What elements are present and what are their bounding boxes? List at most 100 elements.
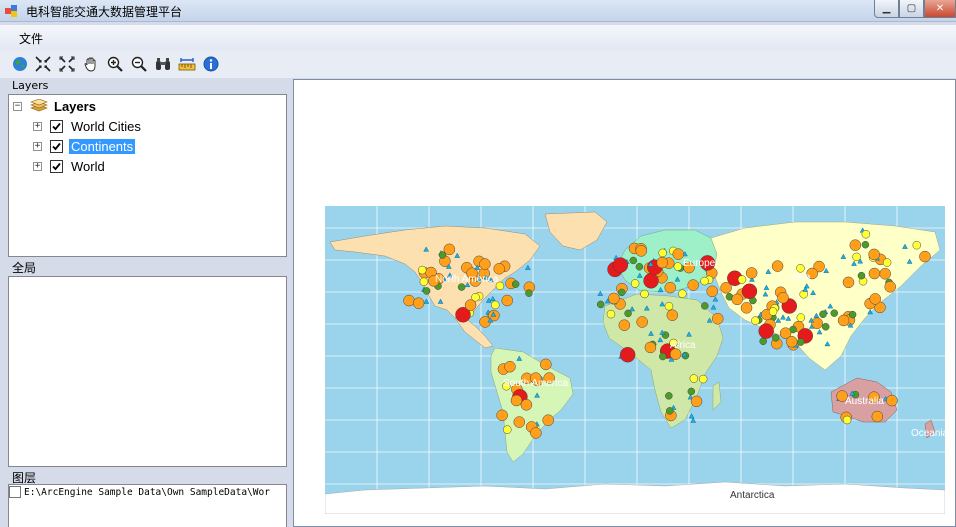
city-marker xyxy=(745,267,758,279)
layer-file-item[interactable]: E:\ArcEngine Sample Data\Own SampleData\… xyxy=(9,486,270,498)
toc-panel: − Layers + World Cities + Continents + W… xyxy=(8,94,287,257)
city-marker xyxy=(464,299,477,311)
layer-file-checkbox[interactable] xyxy=(9,486,21,498)
label-antarctica: Antarctica xyxy=(730,490,775,501)
zoom-out-fixed-icon xyxy=(59,56,75,72)
city-marker xyxy=(706,285,718,298)
city-marker xyxy=(666,407,674,415)
city-marker xyxy=(673,262,683,271)
maximize-button[interactable]: ▢ xyxy=(899,0,924,18)
overview-map-panel[interactable] xyxy=(8,276,287,467)
city-marker xyxy=(635,245,647,257)
city-marker xyxy=(606,309,616,319)
zoom-out-button[interactable] xyxy=(130,55,148,73)
full-extent-button[interactable] xyxy=(11,55,29,73)
overview-panel-label: 全局 xyxy=(12,261,37,275)
city-marker xyxy=(868,267,881,280)
toc-layer-row[interactable]: + World xyxy=(33,157,107,175)
city-marker xyxy=(758,323,774,339)
city-marker xyxy=(857,271,866,280)
zoom-in-icon xyxy=(107,56,123,72)
layer-label[interactable]: World xyxy=(69,159,107,174)
city-marker xyxy=(687,387,696,396)
city-marker xyxy=(530,427,542,439)
city-marker xyxy=(700,276,709,286)
city-marker xyxy=(737,275,747,284)
label-africa: Africa xyxy=(670,340,696,351)
zoom-in-button[interactable] xyxy=(106,55,124,73)
city-marker xyxy=(608,292,620,305)
city-marker xyxy=(479,258,491,270)
layer-visibility-checkbox[interactable] xyxy=(50,139,63,153)
city-marker xyxy=(596,300,605,309)
city-marker xyxy=(830,309,839,317)
layer-visibility-checkbox[interactable] xyxy=(50,159,63,173)
identify-button[interactable] xyxy=(202,55,220,73)
layer-visibility-checkbox[interactable] xyxy=(50,119,63,133)
zoom-out-icon xyxy=(131,56,147,72)
city-marker xyxy=(619,346,636,363)
city-marker xyxy=(689,374,699,383)
city-marker xyxy=(879,268,891,280)
close-button[interactable]: ✕ xyxy=(924,0,956,18)
expand-icon[interactable]: + xyxy=(33,121,42,131)
label-oceania: Oceania xyxy=(911,428,945,439)
minimize-button[interactable]: ▁ xyxy=(874,0,899,18)
measure-button[interactable] xyxy=(178,55,196,73)
city-marker xyxy=(417,265,427,275)
city-marker xyxy=(643,273,659,289)
city-marker xyxy=(690,395,703,408)
city-marker xyxy=(501,294,513,307)
pan-button[interactable] xyxy=(82,55,100,73)
city-marker xyxy=(868,248,880,261)
city-marker xyxy=(871,410,884,423)
layer-label-selected[interactable]: Continents xyxy=(69,138,136,154)
fixed-zoom-out-button[interactable] xyxy=(58,55,76,73)
minimize-icon: ▁ xyxy=(882,3,891,14)
toc-root-label: Layers xyxy=(54,98,96,114)
city-marker xyxy=(665,392,673,400)
toc-layer-row[interactable]: + Continents xyxy=(33,137,136,155)
city-marker xyxy=(630,279,640,288)
city-marker xyxy=(731,293,743,306)
checkmark-icon xyxy=(52,142,61,150)
checkmark-icon xyxy=(52,162,61,170)
city-marker xyxy=(848,310,857,319)
city-marker xyxy=(438,251,447,259)
city-marker xyxy=(493,263,505,275)
fixed-zoom-in-button[interactable] xyxy=(34,55,52,73)
world-map[interactable]: North America Europe Asia Africa South A… xyxy=(325,206,945,514)
city-marker xyxy=(711,312,724,325)
find-binoculars-icon xyxy=(156,58,170,70)
pan-hand-icon xyxy=(84,57,96,72)
city-marker xyxy=(777,292,789,304)
toc-layer-row[interactable]: + World Cities xyxy=(33,117,143,135)
city-marker xyxy=(629,256,638,265)
city-marker xyxy=(664,301,674,311)
layer-file-path: E:\ArcEngine Sample Data\Own SampleData\… xyxy=(24,486,270,498)
city-marker xyxy=(811,317,823,330)
city-marker xyxy=(666,309,679,321)
city-marker xyxy=(656,256,668,269)
layer-label[interactable]: World Cities xyxy=(69,119,143,134)
city-marker xyxy=(797,338,805,346)
menu-file[interactable]: 文件 xyxy=(19,30,43,47)
city-marker xyxy=(513,416,526,428)
city-marker xyxy=(771,334,780,342)
expand-icon[interactable]: + xyxy=(33,161,42,171)
window-title: 电科智能交通大数据管理平台 xyxy=(26,5,183,19)
city-marker xyxy=(510,394,523,407)
city-marker xyxy=(412,297,425,309)
toc-root-row[interactable]: − Layers xyxy=(13,97,96,115)
collapse-icon[interactable]: − xyxy=(13,101,22,111)
map-toolbar xyxy=(0,50,956,78)
city-marker xyxy=(504,360,516,373)
expand-icon[interactable]: + xyxy=(33,141,42,151)
checkmark-icon xyxy=(52,122,61,130)
city-marker xyxy=(618,319,631,331)
city-marker xyxy=(520,399,533,411)
city-marker xyxy=(491,300,500,310)
city-marker xyxy=(687,279,699,291)
find-button[interactable] xyxy=(154,55,172,73)
city-marker xyxy=(540,358,552,371)
